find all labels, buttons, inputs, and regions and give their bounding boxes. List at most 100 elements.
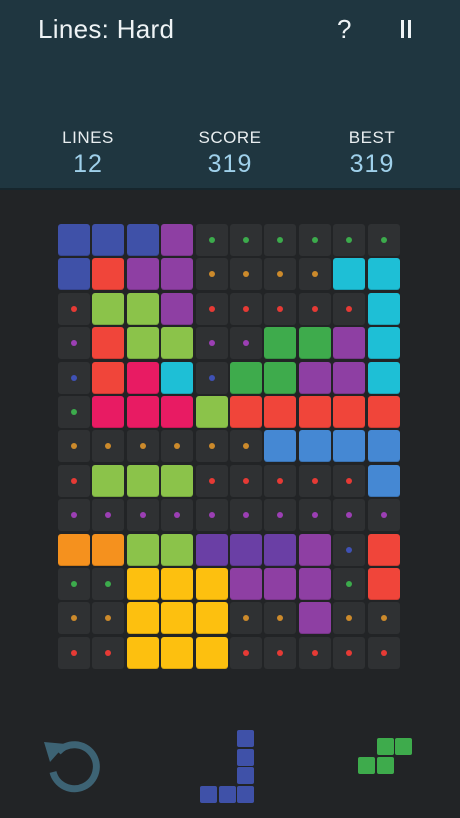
- empty-cell[interactable]: [264, 464, 297, 497]
- empty-cell[interactable]: [58, 636, 90, 669]
- empty-cell[interactable]: [333, 224, 366, 256]
- filled-cell[interactable]: [298, 533, 331, 566]
- filled-cell[interactable]: [126, 464, 159, 497]
- empty-cell[interactable]: [230, 430, 262, 463]
- filled-cell[interactable]: [298, 430, 331, 463]
- filled-cell[interactable]: [195, 636, 228, 669]
- filled-cell[interactable]: [126, 568, 159, 600]
- filled-cell[interactable]: [367, 258, 400, 291]
- undo-button[interactable]: [38, 728, 106, 796]
- empty-cell[interactable]: [58, 568, 90, 600]
- filled-cell[interactable]: [298, 361, 331, 394]
- empty-cell[interactable]: [195, 224, 228, 256]
- empty-cell[interactable]: [367, 602, 400, 635]
- empty-cell[interactable]: [230, 258, 262, 291]
- empty-cell[interactable]: [195, 361, 228, 394]
- empty-cell[interactable]: [195, 258, 228, 291]
- empty-cell[interactable]: [195, 292, 228, 325]
- filled-cell[interactable]: [92, 224, 125, 256]
- filled-cell[interactable]: [161, 224, 194, 256]
- filled-cell[interactable]: [161, 292, 194, 325]
- filled-cell[interactable]: [264, 533, 297, 566]
- filled-cell[interactable]: [230, 568, 262, 600]
- empty-cell[interactable]: [161, 499, 194, 532]
- filled-cell[interactable]: [161, 533, 194, 566]
- empty-cell[interactable]: [195, 499, 228, 532]
- empty-cell[interactable]: [298, 224, 331, 256]
- empty-cell[interactable]: [126, 430, 159, 463]
- empty-cell[interactable]: [367, 499, 400, 532]
- empty-cell[interactable]: [230, 292, 262, 325]
- empty-cell[interactable]: [195, 430, 228, 463]
- empty-cell[interactable]: [58, 396, 90, 428]
- next-piece-j[interactable]: [200, 730, 260, 803]
- filled-cell[interactable]: [126, 533, 159, 566]
- filled-cell[interactable]: [161, 258, 194, 291]
- empty-cell[interactable]: [195, 327, 228, 360]
- filled-cell[interactable]: [92, 292, 125, 325]
- filled-cell[interactable]: [367, 568, 400, 600]
- empty-cell[interactable]: [333, 636, 366, 669]
- empty-cell[interactable]: [230, 327, 262, 360]
- empty-cell[interactable]: [58, 430, 90, 463]
- empty-cell[interactable]: [333, 464, 366, 497]
- empty-cell[interactable]: [58, 361, 90, 394]
- empty-cell[interactable]: [92, 568, 125, 600]
- empty-cell[interactable]: [264, 602, 297, 635]
- empty-cell[interactable]: [264, 499, 297, 532]
- filled-cell[interactable]: [264, 396, 297, 428]
- next-piece-s[interactable]: [358, 738, 418, 784]
- filled-cell[interactable]: [195, 396, 228, 428]
- filled-cell[interactable]: [195, 602, 228, 635]
- filled-cell[interactable]: [126, 361, 159, 394]
- empty-cell[interactable]: [58, 464, 90, 497]
- empty-cell[interactable]: [92, 602, 125, 635]
- filled-cell[interactable]: [333, 361, 366, 394]
- filled-cell[interactable]: [298, 568, 331, 600]
- filled-cell[interactable]: [126, 327, 159, 360]
- filled-cell[interactable]: [298, 327, 331, 360]
- filled-cell[interactable]: [161, 361, 194, 394]
- empty-cell[interactable]: [230, 602, 262, 635]
- empty-cell[interactable]: [264, 258, 297, 291]
- filled-cell[interactable]: [298, 602, 331, 635]
- filled-cell[interactable]: [367, 361, 400, 394]
- filled-cell[interactable]: [264, 361, 297, 394]
- empty-cell[interactable]: [264, 292, 297, 325]
- game-board[interactable]: [58, 224, 402, 671]
- empty-cell[interactable]: [92, 636, 125, 669]
- filled-cell[interactable]: [58, 258, 90, 291]
- filled-cell[interactable]: [298, 396, 331, 428]
- filled-cell[interactable]: [58, 224, 90, 256]
- empty-cell[interactable]: [298, 499, 331, 532]
- filled-cell[interactable]: [230, 396, 262, 428]
- filled-cell[interactable]: [264, 327, 297, 360]
- filled-cell[interactable]: [92, 396, 125, 428]
- filled-cell[interactable]: [161, 464, 194, 497]
- filled-cell[interactable]: [126, 258, 159, 291]
- empty-cell[interactable]: [298, 292, 331, 325]
- empty-cell[interactable]: [333, 602, 366, 635]
- empty-cell[interactable]: [333, 533, 366, 566]
- filled-cell[interactable]: [126, 636, 159, 669]
- empty-cell[interactable]: [92, 499, 125, 532]
- filled-cell[interactable]: [126, 224, 159, 256]
- filled-cell[interactable]: [126, 602, 159, 635]
- empty-cell[interactable]: [367, 636, 400, 669]
- filled-cell[interactable]: [92, 361, 125, 394]
- filled-cell[interactable]: [126, 292, 159, 325]
- empty-cell[interactable]: [333, 292, 366, 325]
- empty-cell[interactable]: [92, 430, 125, 463]
- filled-cell[interactable]: [333, 396, 366, 428]
- filled-cell[interactable]: [126, 396, 159, 428]
- filled-cell[interactable]: [161, 636, 194, 669]
- empty-cell[interactable]: [230, 499, 262, 532]
- filled-cell[interactable]: [367, 533, 400, 566]
- filled-cell[interactable]: [161, 327, 194, 360]
- filled-cell[interactable]: [161, 602, 194, 635]
- filled-cell[interactable]: [333, 327, 366, 360]
- filled-cell[interactable]: [367, 464, 400, 497]
- filled-cell[interactable]: [367, 396, 400, 428]
- filled-cell[interactable]: [195, 533, 228, 566]
- empty-cell[interactable]: [230, 464, 262, 497]
